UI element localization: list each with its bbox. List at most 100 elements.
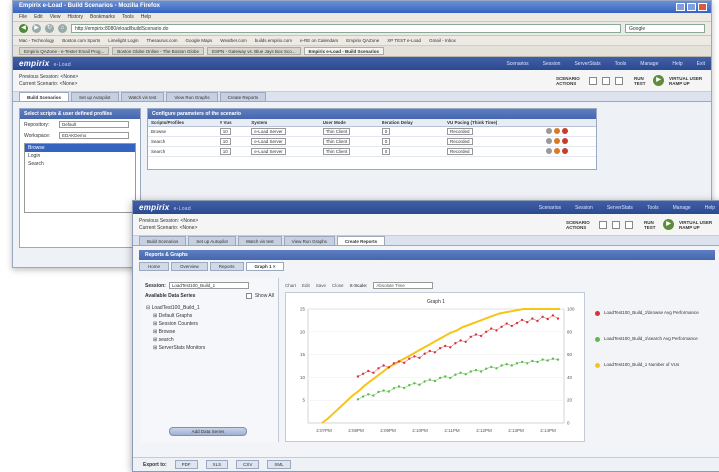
run-test-button[interactable]: ▶ [653,75,664,86]
delete-icon[interactable] [562,138,569,144]
close-tab-icon[interactable]: × [273,264,276,269]
edit-icon[interactable] [554,138,561,144]
tree-root[interactable]: ⊟ LoadTest100_Build_1 [146,304,273,312]
menu-file[interactable]: File [19,14,27,20]
bookmark-item[interactable]: Limelight Login [108,38,138,43]
vus-field[interactable]: 10 [219,127,231,135]
show-all-checkbox[interactable] [245,293,252,299]
user-mode-select[interactable]: Thin Client [322,137,351,145]
new-icon[interactable] [589,76,597,85]
close-button[interactable]: Close [332,283,344,288]
iteration-delay-field[interactable]: 0 [381,127,391,135]
edit-icon[interactable] [554,128,561,134]
export-xls-button[interactable]: XLS [205,460,229,469]
app-menu-tools[interactable]: Tools [615,61,627,67]
open-icon[interactable] [602,76,610,85]
pacing-select[interactable]: Recorded [447,137,473,145]
subtab-reports[interactable]: Reports [209,262,244,271]
tree-node[interactable]: ⊞ Session Counters [146,320,273,328]
tree-node[interactable]: ⊞ Default Graphs [146,312,273,320]
vus-field[interactable]: 10 [219,147,231,155]
reload-icon[interactable]: ↻ [45,24,54,33]
app-menu-manage[interactable]: Manage [640,61,658,67]
home-icon[interactable]: ⌂ [58,24,67,33]
iteration-delay-field[interactable]: 0 [381,147,391,155]
subtab-graph-1[interactable]: Graph 1 × [245,262,285,271]
settings-icon[interactable] [546,148,553,154]
browser-tab[interactable]: ESPN - Gateway vs. Blue Jays Box Sco... [207,47,301,55]
system-select[interactable]: e-Load Server [251,127,286,135]
bookmark-item[interactable]: Weather.com [220,38,246,43]
workspace-select[interactable]: EDAKDemo [59,132,129,139]
maximize-button[interactable] [687,3,696,11]
tab-build-scenarios[interactable]: Build Scenarios [19,92,70,101]
vus-field[interactable]: 10 [219,137,231,145]
bookmark-item[interactable]: XP TEST e-Load [387,38,421,43]
add-data-series-button[interactable]: Add Data Series [169,427,247,436]
app-menu-help[interactable]: Help [672,61,682,67]
edit-icon[interactable] [554,148,561,154]
menu-bookmarks[interactable]: Bookmarks [90,14,115,20]
settings-icon[interactable] [546,128,553,134]
url-field[interactable]: http://empirix:8080/eload/buildScenario.… [71,24,621,33]
x-scale-select[interactable]: Absolute Time [373,281,434,289]
tab-create-reports[interactable]: Create Reports [336,236,386,245]
back-arrow-icon[interactable]: ◀ [19,24,28,33]
delete-icon[interactable] [562,128,569,134]
script-item-browse[interactable]: Browse [25,144,135,152]
edit-button[interactable]: Edit [302,283,310,288]
new-icon[interactable] [599,220,607,229]
iteration-delay-field[interactable]: 0 [381,137,391,145]
menu-view[interactable]: View [50,14,61,20]
menu-edit[interactable]: Edit [34,14,43,20]
tab-setup-autopilot[interactable]: Set up Autopilot [71,92,119,101]
export-csv-button[interactable]: CSV [236,460,260,469]
script-item-search[interactable]: Search [25,160,135,168]
save-icon[interactable] [615,76,623,85]
session-select[interactable]: LoadTest100_Build_1 [168,282,249,289]
app-menu-help[interactable]: Help [705,205,715,211]
app-menu-scenarios[interactable]: Scenarios [506,61,528,67]
script-item-login[interactable]: Login [25,152,135,160]
app-menu-exit[interactable]: Exit [697,61,705,67]
subtab-overview[interactable]: Overview [171,262,208,271]
system-select[interactable]: e-Load Server [251,147,286,155]
bookmark-item[interactable]: Boston.com Sports [62,38,100,43]
user-mode-select[interactable]: Thin Client [322,147,351,155]
pacing-select[interactable]: Recorded [447,127,473,135]
pacing-select[interactable]: Recorded [447,147,473,155]
close-button[interactable] [698,3,707,11]
app-menu-serverstats[interactable]: ServerStats [607,205,633,211]
tab-view-run-graphs[interactable]: View Run Graphs [166,92,218,101]
tree-node[interactable]: ⊞ Browse [146,328,273,336]
settings-icon[interactable] [546,138,553,144]
app-menu-tools[interactable]: Tools [647,205,659,211]
tree-node[interactable]: ⊞ ServerStats Monitors [146,344,273,352]
menu-tools[interactable]: Tools [122,14,134,20]
browser-tab-active[interactable]: Empirix e-Load - Build Scenarios [303,47,385,55]
bookmark-item[interactable]: builds.empirix.com [255,38,292,43]
app-menu-serverstats[interactable]: ServerStats [574,61,600,67]
save-icon[interactable] [625,220,633,229]
app-menu-session[interactable]: Session [543,61,561,67]
bookmark-item[interactable]: Empirix QAZone [346,38,379,43]
browser-tab[interactable]: Boston Globe Online - The Boston Globe [112,47,204,55]
tree-node[interactable]: ⊞ search [146,336,273,344]
bookmark-item[interactable]: e-RE on Calendars [300,38,338,43]
export-xml-button[interactable]: XML [267,460,291,469]
open-icon[interactable] [612,220,620,229]
forward-arrow-icon[interactable]: ▶ [32,24,41,33]
app-menu-session[interactable]: Session [575,205,593,211]
search-input[interactable]: Google [625,24,705,33]
app-menu-manage[interactable]: Manage [673,205,691,211]
bookmark-item[interactable]: Gmail - Inbox [429,38,456,43]
bookmark-item[interactable]: Thesaurus.com [147,38,178,43]
subtab-home[interactable]: Home [139,262,170,271]
tab-create-reports[interactable]: Create Reports [219,92,267,101]
tab-setup-autopilot[interactable]: Set up Autopilot [188,236,236,245]
repository-select[interactable]: Default [59,121,129,128]
bookmark-item[interactable]: Google Maps [186,38,213,43]
chart-type-button[interactable]: Chart [285,283,296,288]
tab-build-scenarios[interactable]: Build Scenarios [139,236,187,245]
tab-view-run-graphs[interactable]: View Run Graphs [283,236,335,245]
